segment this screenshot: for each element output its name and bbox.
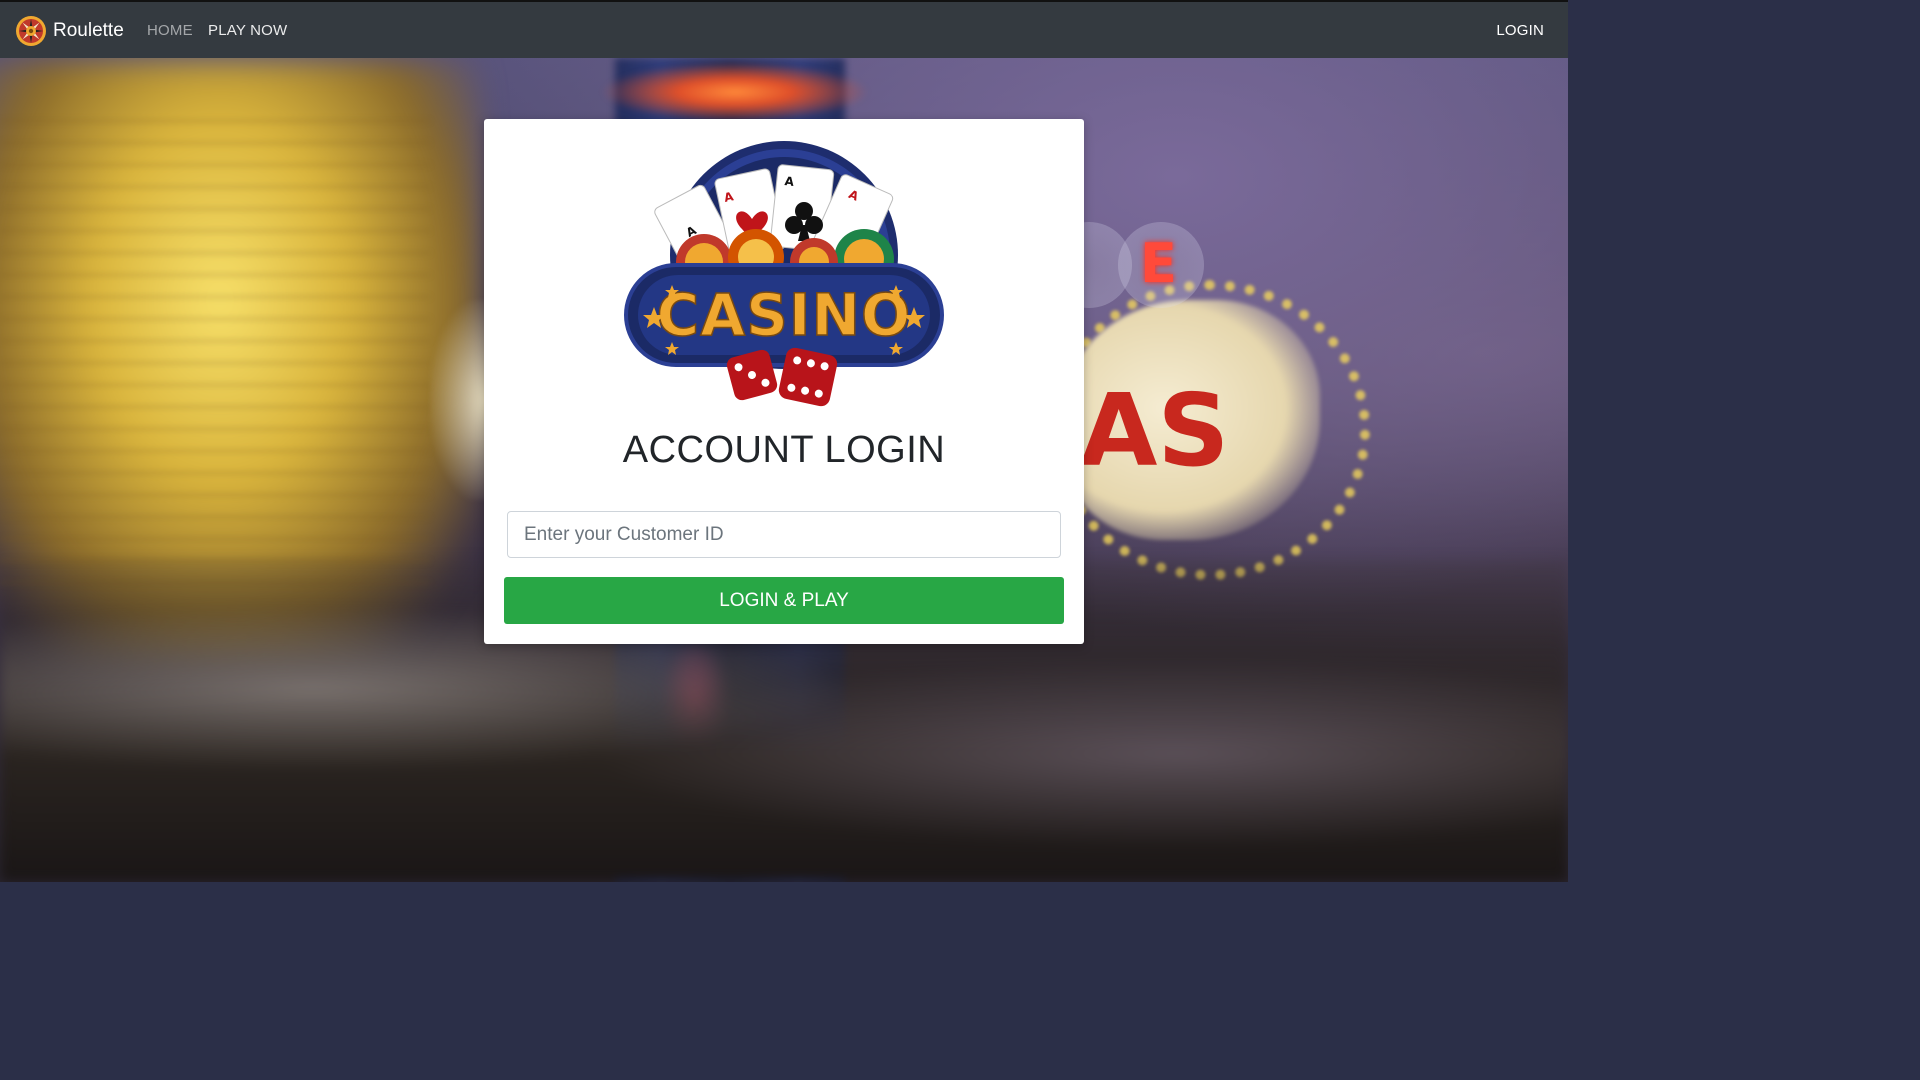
nav-play-now-link[interactable]: PLAY NOW (208, 22, 287, 39)
vegas-sign-bulb-letter: E (1140, 232, 1177, 295)
nav-login-link[interactable]: LOGIN (1496, 22, 1544, 39)
top-navbar: Roulette HOME PLAY NOW LOGIN (0, 0, 1568, 58)
page-title: ACCOUNT LOGIN (622, 429, 946, 471)
customer-id-input[interactable] (507, 511, 1061, 558)
nav-home-link[interactable]: HOME (147, 22, 193, 39)
roulette-wheel-icon (16, 16, 46, 46)
brand-link[interactable]: Roulette (15, 14, 124, 48)
login-card: A A A A CASINO ACCOUNT LOGIN Enter your … (484, 119, 1084, 644)
casino-logo-text: CASINO (657, 281, 912, 349)
casino-logo: A A A A CASINO (624, 141, 944, 407)
login-play-button[interactable]: LOGIN & PLAY (504, 577, 1064, 624)
brand-name: Roulette (53, 20, 124, 41)
vegas-sign-letters: AS (1080, 372, 1230, 489)
